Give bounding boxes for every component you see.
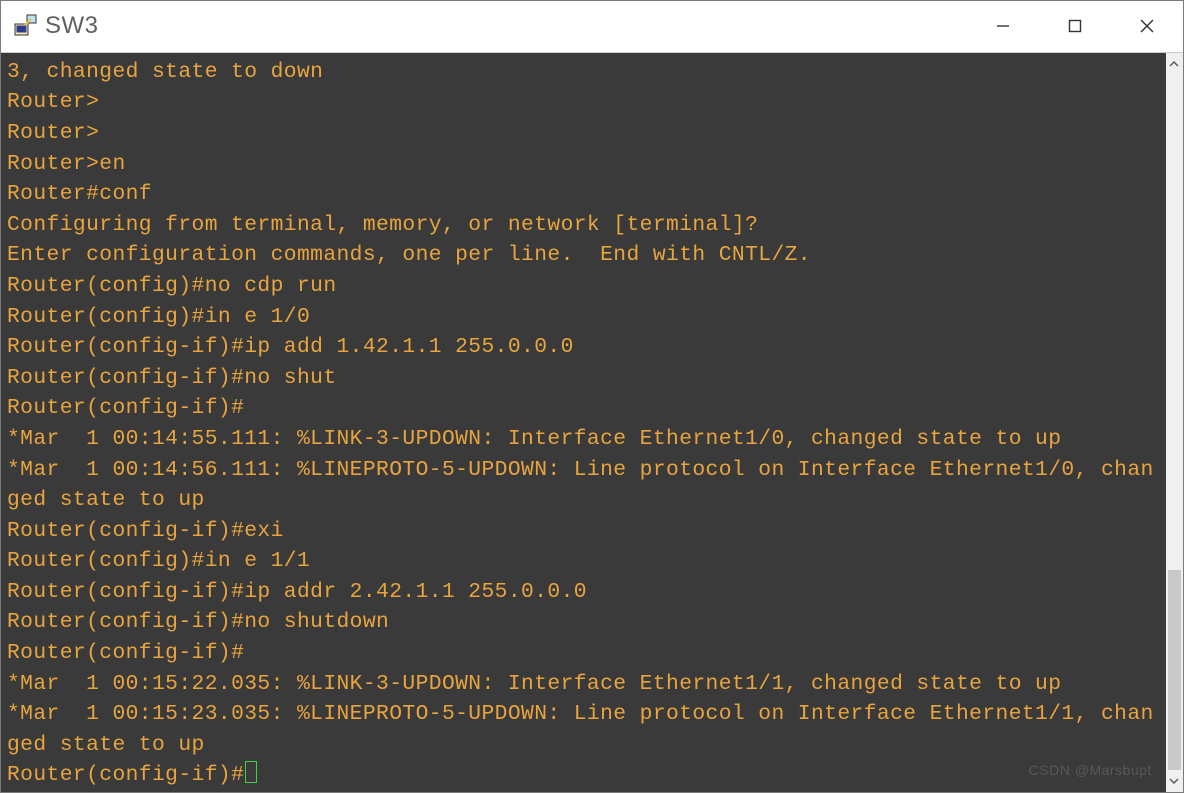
- vertical-scrollbar[interactable]: [1166, 53, 1183, 792]
- scroll-up-button[interactable]: [1166, 53, 1183, 75]
- putty-icon: [1, 13, 41, 39]
- terminal-line: Router(config-if)#exi: [7, 519, 284, 543]
- scrollbar-thumb[interactable]: [1168, 570, 1181, 770]
- terminal-line: Router(config-if)#: [7, 763, 244, 787]
- terminal-line: Router>: [7, 90, 99, 114]
- terminal-line: 3, changed state to down: [7, 60, 323, 84]
- terminal-line: Router(config-if)#: [7, 396, 244, 420]
- scroll-down-button[interactable]: [1166, 770, 1183, 792]
- watermark-text: CSDN @Marsbupt: [1029, 755, 1152, 786]
- putty-window: SW3 3, changed state to down Router> Rou…: [0, 0, 1184, 793]
- scrollbar-track[interactable]: [1166, 75, 1183, 770]
- terminal-line: Enter configuration commands, one per li…: [7, 243, 811, 267]
- minimize-button[interactable]: [967, 1, 1039, 52]
- terminal-line: Router(config-if)#no shut: [7, 366, 337, 390]
- terminal-line: Router(config)#no cdp run: [7, 274, 337, 298]
- terminal-line: *Mar 1 00:15:22.035: %LINK-3-UPDOWN: Int…: [7, 672, 1061, 696]
- terminal-line: Router>en: [7, 152, 126, 176]
- terminal-cursor: [245, 761, 257, 783]
- window-title: SW3: [41, 12, 967, 40]
- titlebar[interactable]: SW3: [1, 1, 1183, 53]
- terminal-line: *Mar 1 00:14:56.111: %LINEPROTO-5-UPDOWN…: [7, 458, 1154, 513]
- window-controls: [967, 1, 1183, 52]
- terminal-line: *Mar 1 00:14:55.111: %LINK-3-UPDOWN: Int…: [7, 427, 1061, 451]
- terminal-line: Router(config)#in e 1/1: [7, 549, 310, 573]
- terminal-line: Configuring from terminal, memory, or ne…: [7, 213, 758, 237]
- terminal-line: Router(config-if)#no shutdown: [7, 610, 389, 634]
- terminal-line: Router>: [7, 121, 99, 145]
- close-button[interactable]: [1111, 1, 1183, 52]
- terminal-line: Router(config-if)#ip addr 2.42.1.1 255.0…: [7, 580, 587, 604]
- terminal-line: Router(config)#in e 1/0: [7, 305, 310, 329]
- terminal-line: *Mar 1 00:15:23.035: %LINEPROTO-5-UPDOWN…: [7, 702, 1154, 757]
- terminal-line: Router(config-if)#: [7, 641, 244, 665]
- terminal-line: Router#conf: [7, 182, 152, 206]
- maximize-button[interactable]: [1039, 1, 1111, 52]
- terminal-output[interactable]: 3, changed state to down Router> Router>…: [1, 53, 1166, 792]
- client-area: 3, changed state to down Router> Router>…: [1, 53, 1183, 792]
- terminal-line: Router(config-if)#ip add 1.42.1.1 255.0.…: [7, 335, 574, 359]
